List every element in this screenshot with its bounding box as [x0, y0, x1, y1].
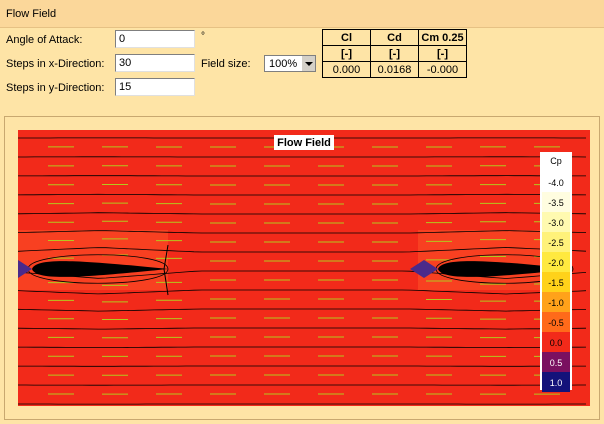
cm-unit: [-] [418, 45, 467, 62]
steps-y-input[interactable] [115, 78, 195, 96]
field-size-value: 100% [269, 58, 298, 70]
cp-legend-label: -4.0 [548, 178, 564, 188]
pressure-zone-left [18, 230, 168, 290]
cm-value: -0.000 [418, 61, 467, 78]
cp-legend-title: Cp [550, 156, 562, 166]
cp-legend-scale: -4.0 -3.5 -3.0 -2.5 -2.0 -1.5 -1.0 -0.5 0.0 0.5 1.… [542, 172, 570, 392]
cl-header: Cl [322, 29, 371, 46]
window-title: Flow Field [6, 8, 57, 20]
coefficients-table: Cl Cd Cm 0.25 [-] [-] [-] 0.000 0.0168 -… [322, 29, 467, 78]
cl-value: 0.000 [322, 61, 371, 78]
steps-x-input[interactable] [115, 54, 195, 72]
cp-legend-label: -3.5 [548, 198, 564, 208]
cp-legend-label: -3.0 [548, 218, 564, 228]
field-size-label: Field size: [201, 58, 251, 70]
cd-value: 0.0168 [370, 61, 419, 78]
steps-x-label: Steps in x-Direction: [6, 58, 105, 70]
angle-unit-label: ° [201, 31, 205, 42]
cp-legend-label: -0.5 [548, 318, 564, 328]
angle-of-attack-input[interactable] [115, 30, 195, 48]
plot-title: Flow Field [277, 137, 331, 149]
cl-unit: [-] [322, 45, 371, 62]
field-size-select[interactable]: 100% [264, 55, 316, 72]
cd-unit: [-] [370, 45, 419, 62]
steps-y-label: Steps in y-Direction: [6, 82, 105, 94]
chevron-down-icon[interactable] [301, 56, 315, 71]
cm-header: Cm 0.25 [418, 29, 467, 46]
cp-legend-label: 0.5 [550, 358, 563, 368]
flow-field-plot: Flow Field Cp -4.0 -3.5 -3.0 -2.5 -2.0 -1.5 -1… [18, 130, 590, 406]
cp-legend-label: 0.0 [550, 338, 563, 348]
cp-legend-label: 1.0 [550, 378, 563, 388]
angle-of-attack-label: Angle of Attack: [6, 34, 83, 46]
cp-legend-label: -2.0 [548, 258, 564, 268]
window-titlebar: Flow Field [0, 0, 604, 28]
cd-header: Cd [370, 29, 419, 46]
cp-legend-label: -1.5 [548, 278, 564, 288]
cp-legend-label: -2.5 [548, 238, 564, 248]
cp-legend-label: -1.0 [548, 298, 564, 308]
